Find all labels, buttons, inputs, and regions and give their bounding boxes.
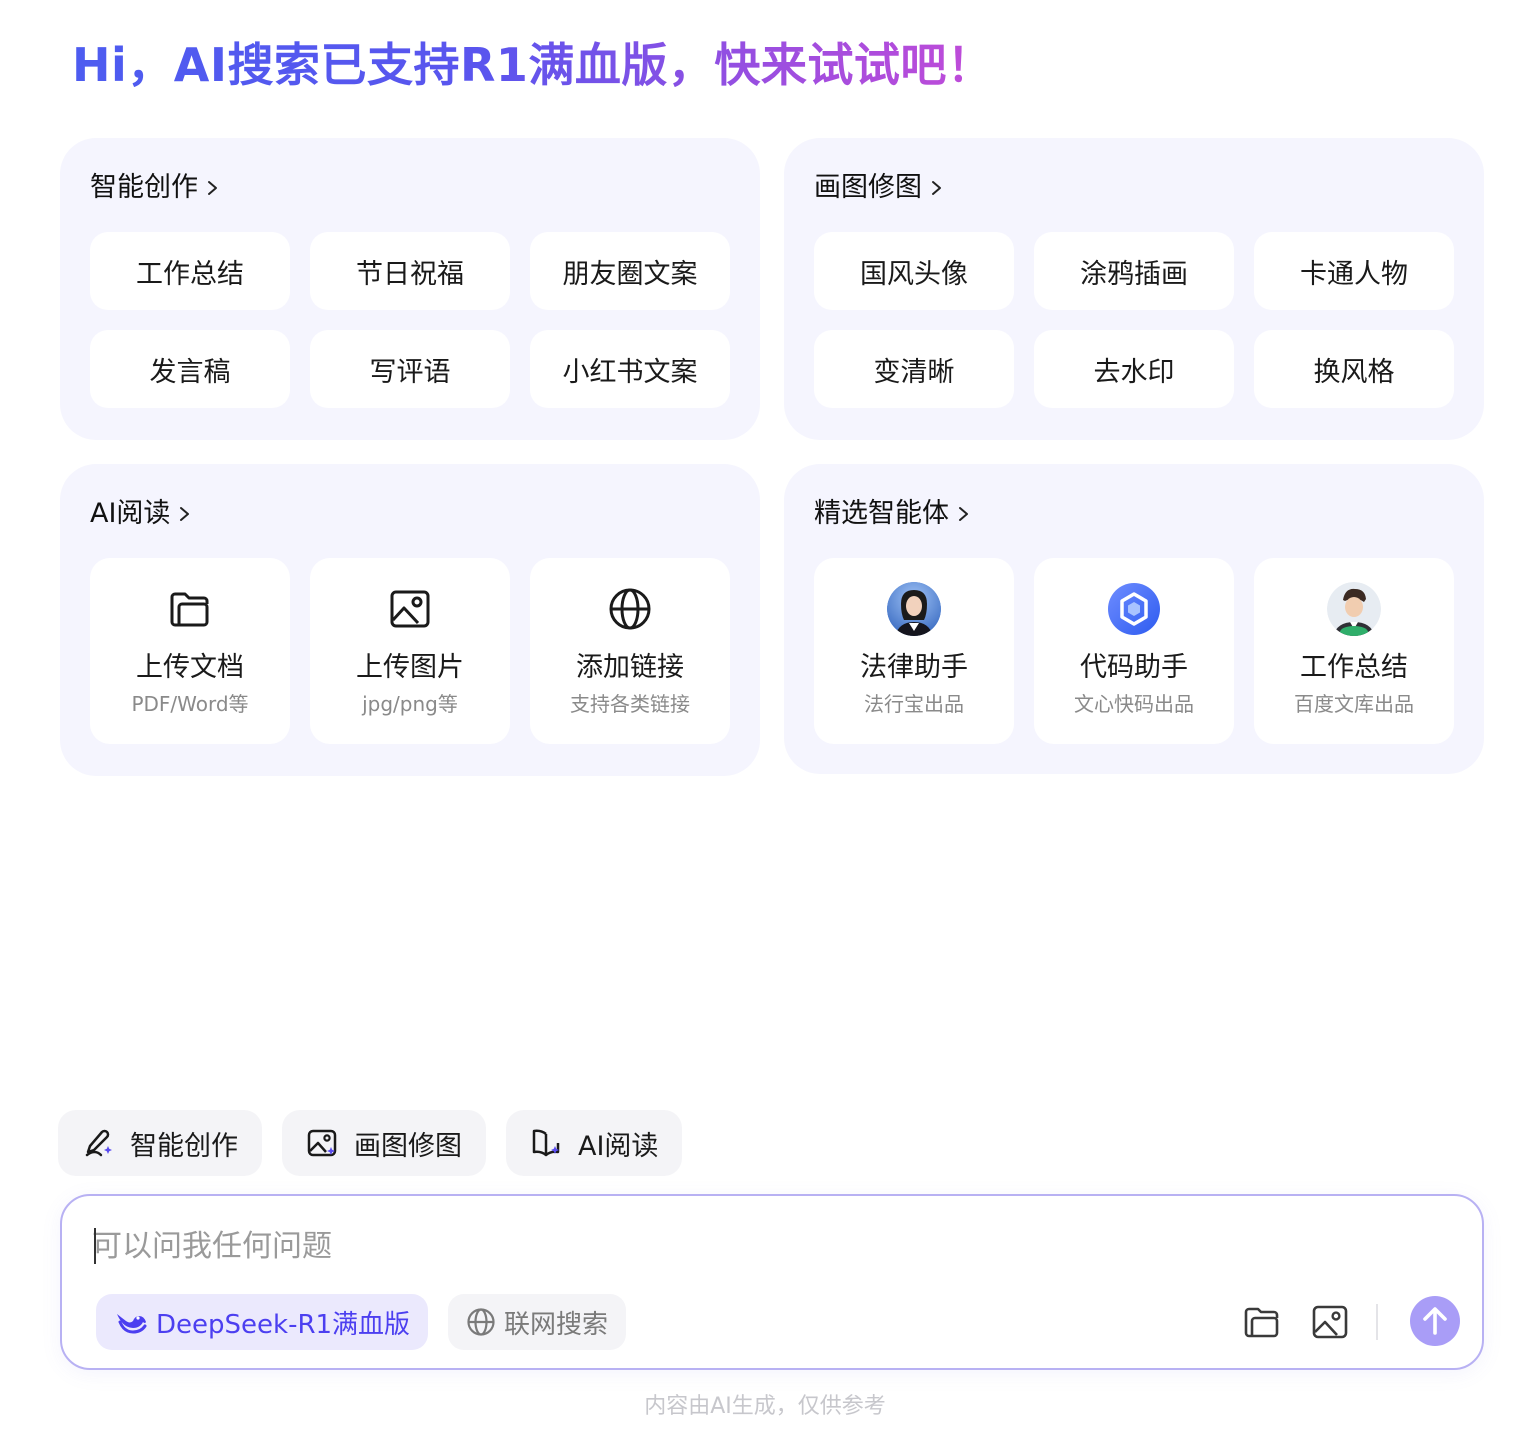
prompt-pill-review[interactable]: 写评语 [310,330,510,408]
tile-sublabel: 文心快码出品 [1074,692,1194,716]
reading-card: AI阅读 上传文档 PDF/Word等 上传图片 jpg/png等 添加链接 支… [60,464,760,776]
chevron-right-icon [959,507,968,521]
book-sparkle-icon [532,1129,560,1157]
tile-sublabel: jpg/png等 [362,692,458,716]
tile-label: 法律助手 [860,652,968,683]
chip-label: 画图修图 [354,1130,462,1162]
prompt-pill-moments-copy[interactable]: 朋友圈文案 [530,232,730,310]
chip-smart-creation[interactable]: 智能创作 [58,1110,262,1176]
prompt-pill-doodle[interactable]: 涂鸦插画 [1034,232,1234,310]
chip-ai-reading[interactable]: AI阅读 [506,1110,683,1176]
tile-sublabel: 法行宝出品 [864,692,964,716]
image-icon [310,584,510,634]
tile-label: 工作总结 [1300,652,1408,683]
chevron-right-icon [180,507,190,521]
drawing-card: 画图修图 国风头像 涂鸦插画 卡通人物 变清晰 去水印 换风格 [784,138,1484,440]
pen-sparkle-icon [85,1129,112,1157]
image-icon [1312,1305,1348,1339]
agent-tile-work-summary[interactable]: 工作总结 百度文库出品 [1254,558,1454,744]
deepseek-whale-icon [117,1314,147,1334]
greeting-heading: Hi，AI搜索已支持R1满血版，快来试试吧！ [72,38,994,92]
prompt-pill-sharpen[interactable]: 变清晰 [814,330,1014,408]
chip-label: AI阅读 [578,1130,659,1162]
creation-card-title[interactable]: 智能创作 [90,168,222,208]
prompt-pill-xiaohongshu-copy[interactable]: 小红书文案 [530,330,730,408]
attach-file-button[interactable] [1242,1302,1282,1342]
prompt-pill-holiday-wishes[interactable]: 节日祝福 [310,232,510,310]
chevron-right-icon [208,181,217,195]
tile-label: 添加链接 [576,652,684,683]
model-label: DeepSeek-R1满血版 [156,1309,411,1340]
ai-disclaimer: 内容由AI生成，仅供参考 [644,1394,886,1419]
image-sparkle-icon [307,1129,337,1157]
businessman-avatar-icon [1254,582,1454,636]
arrow-up-icon [1423,1307,1447,1335]
agent-tile-legal-assistant[interactable]: 法律助手 法行宝出品 [814,558,1014,744]
tile-sublabel: PDF/Word等 [131,692,249,716]
text-caret [94,1228,96,1264]
reading-card-title[interactable]: AI阅读 [90,494,194,534]
send-button[interactable] [1410,1296,1460,1346]
globe-icon [467,1308,495,1336]
creation-card: 智能创作 工作总结 节日祝福 朋友圈文案 发言稿 写评语 小红书文案 [60,138,760,440]
model-select-button[interactable]: DeepSeek-R1满血版 [96,1294,429,1350]
prompt-pill-change-style[interactable]: 换风格 [1254,330,1454,408]
chat-input-box: DeepSeek-R1满血版 联网搜索 [60,1194,1484,1370]
lawyer-avatar-icon [814,582,1014,636]
tile-label: 上传图片 [356,652,464,683]
drawing-card-title[interactable]: 画图修图 [814,168,946,208]
web-search-label: 联网搜索 [504,1309,609,1340]
attach-image-button[interactable] [1310,1302,1350,1342]
tile-label: 代码助手 [1080,652,1188,683]
prompt-pill-work-summary[interactable]: 工作总结 [90,232,290,310]
toolbar-divider [1376,1304,1378,1340]
code-assistant-logo-icon [1034,583,1234,635]
upload-document-tile[interactable]: 上传文档 PDF/Word等 [90,558,290,744]
agents-card: 精选智能体 法律助手 法行宝出品 代码助手 文心快码出品 工作总结 百度文库出品 [784,464,1484,774]
prompt-pill-speech[interactable]: 发言稿 [90,330,290,408]
chat-input[interactable] [92,1224,1392,1268]
prompt-pill-cartoon-character[interactable]: 卡通人物 [1254,232,1454,310]
chip-drawing[interactable]: 画图修图 [282,1110,486,1176]
chevron-right-icon [932,181,941,195]
chip-label: 智能创作 [130,1130,238,1162]
prompt-pill-remove-watermark[interactable]: 去水印 [1034,330,1234,408]
agents-card-title[interactable]: 精选智能体 [814,494,973,534]
agent-tile-code-assistant[interactable]: 代码助手 文心快码出品 [1034,558,1234,744]
upload-image-tile[interactable]: 上传图片 jpg/png等 [310,558,510,744]
add-link-tile[interactable]: 添加链接 支持各类链接 [530,558,730,744]
prompt-pill-guofeng-avatar[interactable]: 国风头像 [814,232,1014,310]
tile-sublabel: 百度文库出品 [1294,692,1414,716]
globe-icon [530,584,730,634]
tile-label: 上传文档 [136,652,244,683]
web-search-toggle[interactable]: 联网搜索 [448,1294,627,1350]
folder-icon [90,584,290,634]
folder-icon [1244,1307,1279,1338]
tile-sublabel: 支持各类链接 [570,692,690,716]
